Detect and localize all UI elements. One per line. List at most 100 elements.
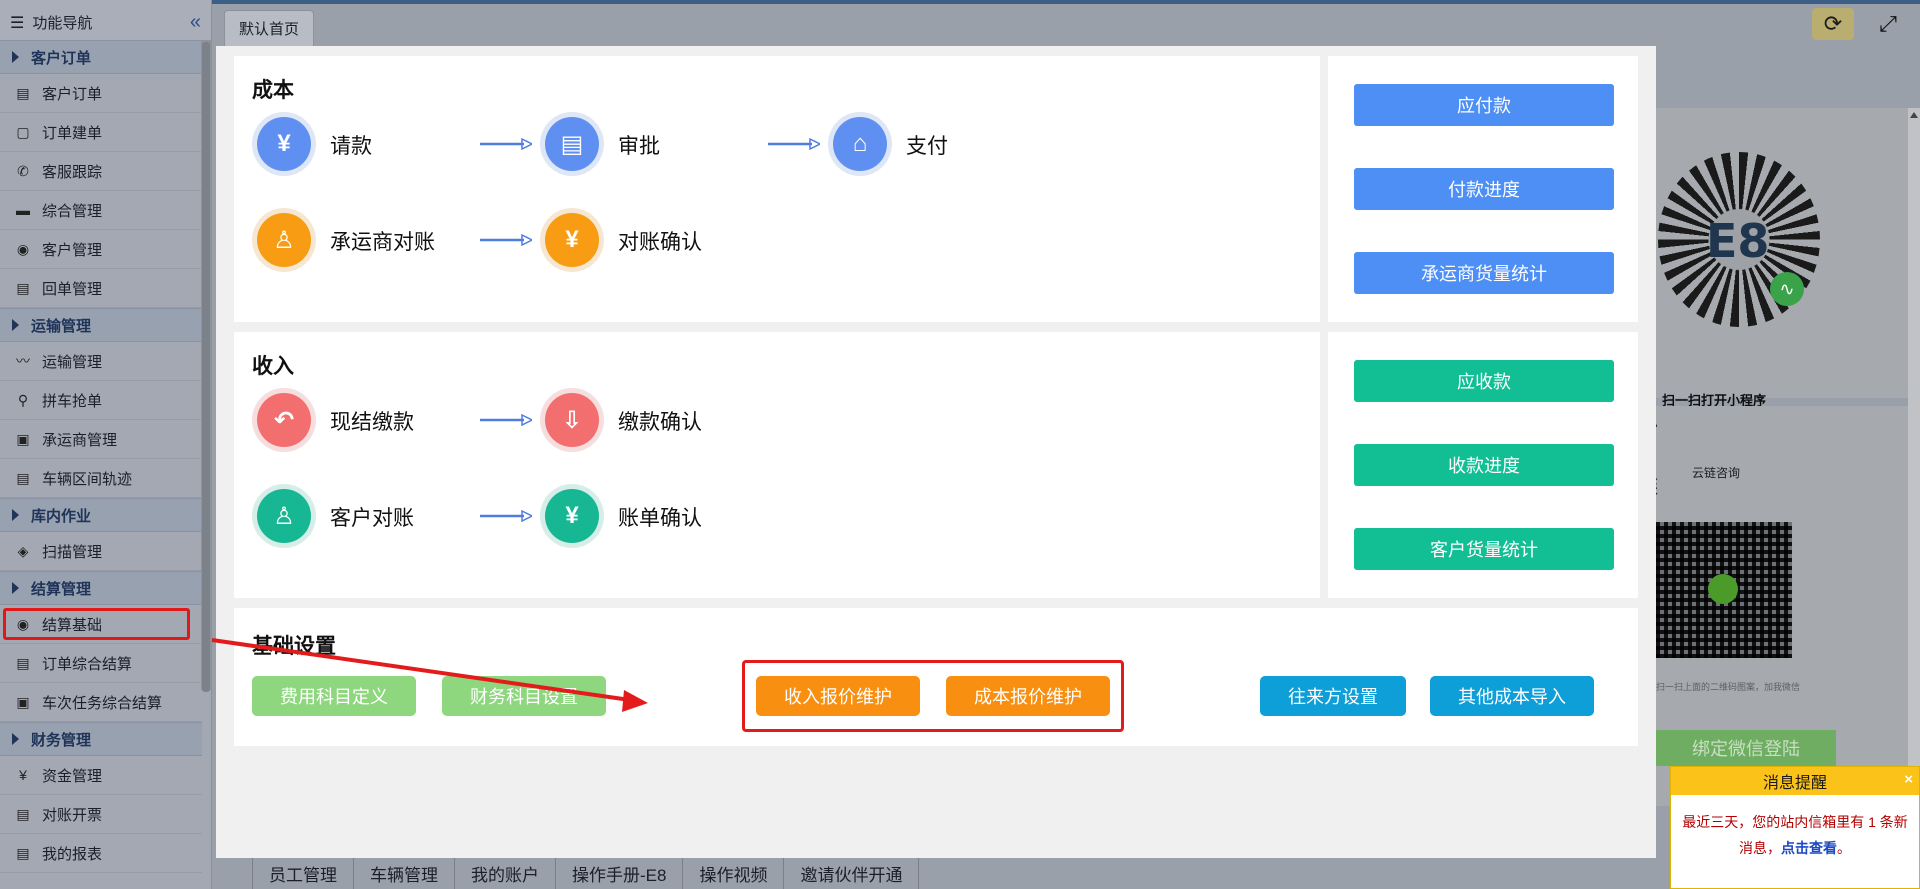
sidebar-item[interactable]: ¥ 资金管理 <box>0 756 202 795</box>
document-icon: ▤ <box>16 805 30 822</box>
scroll-up-icon[interactable] <box>1910 112 1918 118</box>
message-header: 消息提醒 × <box>1671 767 1919 795</box>
collection-progress-button[interactable]: 收款进度 <box>1354 444 1614 486</box>
bill-confirm-step[interactable]: ¥ <box>540 484 604 548</box>
fee-item-definition-button[interactable]: 费用科目定义 <box>252 676 416 716</box>
approval-doc-icon: ▤ <box>545 117 599 171</box>
sidebar-item-label: 订单建单 <box>42 124 103 142</box>
caret-right-icon <box>12 509 19 521</box>
sidebar-item-label: 承运商管理 <box>42 431 118 449</box>
payment-progress-button[interactable]: 付款进度 <box>1354 168 1614 210</box>
sidebar-item[interactable]: ◉ 客户管理 <box>0 230 202 269</box>
income-actions-panel: 应收款 收款进度 客户货量统计 <box>1328 332 1638 598</box>
box-icon: ◈ <box>17 542 29 559</box>
quick-link[interactable]: 邀请伙伴开通 <box>783 858 920 889</box>
flow-label: 请款 <box>330 135 372 158</box>
sidebar-item[interactable]: ✆ 客服跟踪 <box>0 152 202 191</box>
wechat-consult-label: 云链咨询 <box>1692 466 1741 480</box>
quick-link[interactable]: 操作手册-E8 <box>555 858 683 889</box>
carrier-volume-stats-button[interactable]: 承运商货量统计 <box>1354 252 1614 294</box>
flow-label: 支付 <box>906 135 948 158</box>
request-payment-step[interactable]: ¥ <box>252 112 316 176</box>
sidebar-item-label: 综合管理 <box>42 202 103 220</box>
sidebar-item[interactable]: ▣ 承运商管理 <box>0 420 202 459</box>
flow-label: 现结缴款 <box>330 411 414 434</box>
settlement-basics-dialog: 成本 ¥ 请款 ▤ 审批 ⌂ 支付 ♙ 承运商对账 ¥ 对账确认 应付款 付款进… <box>216 46 1656 858</box>
sidebar-scroll-thumb[interactable] <box>202 42 210 692</box>
right-panel-scrollbar[interactable] <box>1908 108 1920 808</box>
double-chevron-left-icon[interactable]: « <box>190 11 201 34</box>
sidebar-item-label: 车次任务综合结算 <box>42 694 163 712</box>
tab-default-home[interactable]: 默认首页 <box>224 10 315 46</box>
sidebar-title: 功能导航 <box>32 15 93 32</box>
sidebar-item[interactable]: ▢ 订单建单 <box>0 113 202 152</box>
arrow-right-icon <box>480 234 532 246</box>
income-quote-maintenance-button[interactable]: 收入报价维护 <box>756 676 920 716</box>
message-suffix: 。 <box>1837 840 1851 856</box>
counterparty-settings-button[interactable]: 往来方设置 <box>1260 676 1406 716</box>
sidebar-item[interactable]: ▬ 综合管理 <box>0 191 202 230</box>
sidebar-item-label: 客服跟踪 <box>42 163 103 181</box>
carrier-reconciliation-step[interactable]: ♙ <box>252 208 316 272</box>
arrow-right-icon <box>480 138 532 150</box>
customer-volume-stats-button[interactable]: 客户货量统计 <box>1354 528 1614 570</box>
flow-label: 对账确认 <box>618 231 702 254</box>
cost-title: 成本 <box>252 79 294 102</box>
approval-step[interactable]: ▤ <box>540 112 604 176</box>
cost-quote-maintenance-button[interactable]: 成本报价维护 <box>946 676 1110 716</box>
sidebar-item[interactable]: ◈ 扫描管理 <box>0 532 202 571</box>
flow-label: 客户对账 <box>330 507 414 530</box>
fullscreen-icon[interactable]: ⤢ <box>1872 8 1904 40</box>
message-title: 消息提醒 <box>1762 775 1827 792</box>
mini-program-qr: E8 ∿ 扫一扫打开小程序 <box>1658 152 1820 408</box>
sidebar-group[interactable]: 运输管理 <box>0 308 202 342</box>
sidebar-item-label: 客户订单 <box>42 85 103 103</box>
sidebar-item[interactable]: ▣ 车次任务综合结算 <box>0 683 202 722</box>
payment-confirm-step[interactable]: ⇩ <box>540 388 604 452</box>
yuan-icon: ¥ <box>19 767 27 783</box>
sidebar-group-label: 运输管理 <box>31 317 92 335</box>
arrow-right-icon <box>480 510 532 522</box>
sidebar-group[interactable]: 库内作业 <box>0 498 202 532</box>
sidebar-item-label: 车辆区间轨迹 <box>42 470 133 488</box>
close-icon[interactable]: × <box>1904 771 1913 788</box>
sidebar-group[interactable]: 财务管理 <box>0 722 202 756</box>
sidebar-group[interactable]: 客户订单 <box>0 40 202 74</box>
quick-link[interactable]: 员工管理 <box>252 858 353 889</box>
refresh-icon[interactable]: ⟳ <box>1812 8 1854 40</box>
receivables-button[interactable]: 应收款 <box>1354 360 1614 402</box>
sidebar-item[interactable]: ▤ 回单管理 <box>0 269 202 308</box>
sidebar-item[interactable]: ▤ 订单综合结算 <box>0 644 202 683</box>
bind-wechat-button[interactable]: 绑定微信登陆 <box>1656 730 1836 766</box>
other-cost-import-button[interactable]: 其他成本导入 <box>1430 676 1594 716</box>
quick-link[interactable]: 车辆管理 <box>353 858 454 889</box>
sidebar-menu: 客户订单 ▤ 客户订单 ▢ 订单建单 ✆ 客服跟踪 ▬ 综合管理 ◉ 客户管理 ▤ 回单管理 运输管理〰运… <box>0 40 202 889</box>
caret-right-icon <box>12 51 19 63</box>
quick-link[interactable]: 我的账户 <box>454 858 555 889</box>
reconciliation-confirm-step[interactable]: ¥ <box>540 208 604 272</box>
sidebar-item[interactable]: ▤ 车辆区间轨迹 <box>0 459 202 498</box>
truck-icon: ▣ <box>16 693 30 710</box>
sidebar-item-label: 扫描管理 <box>42 543 103 561</box>
sidebar-item[interactable]: ▤ 对账开票 <box>0 795 202 834</box>
sidebar-item[interactable]: ▤ 客户订单 <box>0 74 202 113</box>
document-icon: ▤ <box>16 279 30 296</box>
customer-reconciliation-step[interactable]: ♙ <box>252 484 316 548</box>
document-icon: ▤ <box>16 844 30 861</box>
payment-step[interactable]: ⌂ <box>828 112 892 176</box>
view-message-link[interactable]: 点击查看 <box>1781 840 1837 856</box>
finance-account-settings-button[interactable]: 财务科目设置 <box>442 676 606 716</box>
cash-payment-step[interactable]: ↶ <box>252 388 316 452</box>
wechat-logo-icon <box>1708 574 1738 604</box>
quick-link[interactable]: 操作视频 <box>682 858 784 889</box>
sidebar-group[interactable]: 结算管理 <box>0 571 202 605</box>
sidebar-item[interactable]: 〰运输管理 <box>0 342 202 381</box>
sidebar-item[interactable]: ▤ 我的报表 <box>0 834 202 873</box>
sidebar-scrollbar[interactable] <box>201 40 211 692</box>
payables-button[interactable]: 应付款 <box>1354 84 1614 126</box>
sidebar-item[interactable]: ◉ 结算基础 <box>0 605 202 644</box>
ledger-yuan-icon: ¥ <box>545 213 599 267</box>
sidebar-item[interactable]: ⚲ 拼车抢单 <box>0 381 202 420</box>
flow-label: 承运商对账 <box>330 231 435 254</box>
route-icon: 〰 <box>16 353 30 369</box>
